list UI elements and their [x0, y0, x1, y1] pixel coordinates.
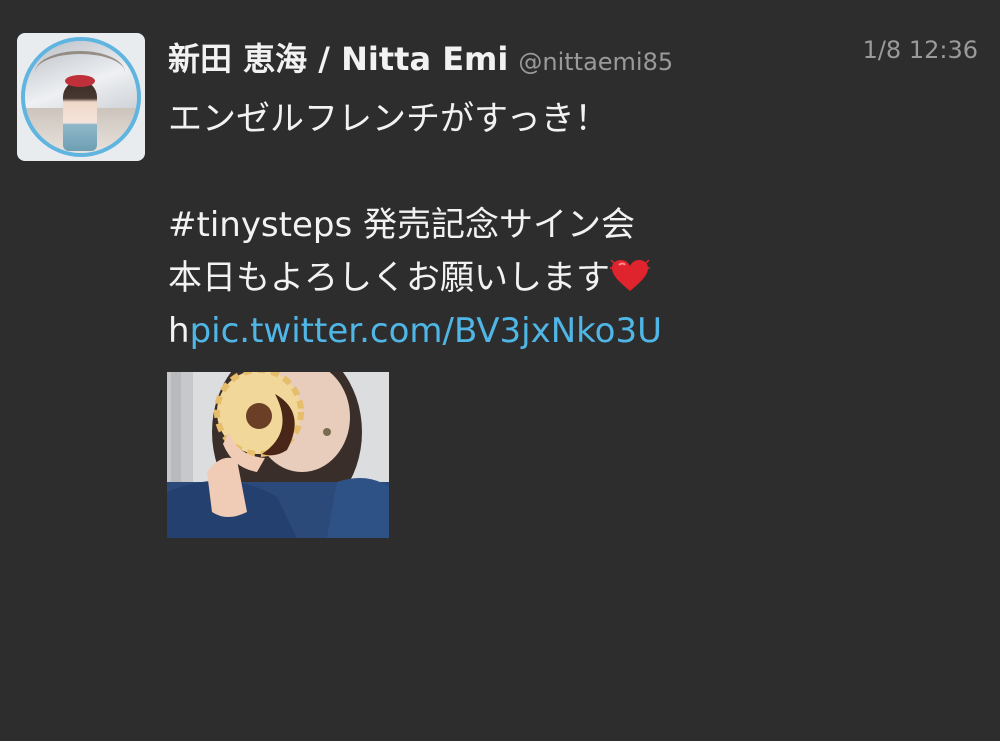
red-heart-icon	[610, 256, 650, 291]
link-prefix: h	[168, 311, 190, 351]
tweet-media-link[interactable]: pic.twitter.com/BV3jxNko3U	[190, 311, 662, 351]
avatar[interactable]	[17, 33, 145, 161]
tweet-timestamp[interactable]: 1/8 12:36	[863, 36, 978, 64]
tweet-text-line: #tinysteps 発売記念サイン会	[168, 205, 636, 245]
tweet-body: エンゼルフレンチがすっき！ #tinysteps 発売記念サイン会 本日もよろし…	[168, 93, 968, 358]
tweet-link-line: hpic.twitter.com/BV3jxNko3U	[168, 305, 968, 358]
media-photo	[167, 372, 389, 538]
tweet-text-line: エンゼルフレンチがすっき！	[168, 99, 609, 139]
display-name-text: 新田 恵海 / Nitta Emi	[168, 40, 509, 78]
tweet-media-thumbnail[interactable]	[167, 372, 389, 538]
tweet-text: 本日もよろしくお願いします	[168, 258, 610, 298]
tweet-text-line-with-heart: 本日もよろしくお願いします	[168, 252, 968, 305]
tweet-card[interactable]: 新田 恵海 / Nitta Emi @nittaemi85 1/8 12:36 エ…	[0, 0, 1000, 741]
user-handle[interactable]: @nittaemi85	[518, 48, 673, 76]
display-name[interactable]: 新田 恵海 / Nitta Emi @nittaemi85	[168, 34, 673, 80]
tweet-text-line	[168, 146, 968, 199]
avatar-photo	[21, 37, 141, 157]
